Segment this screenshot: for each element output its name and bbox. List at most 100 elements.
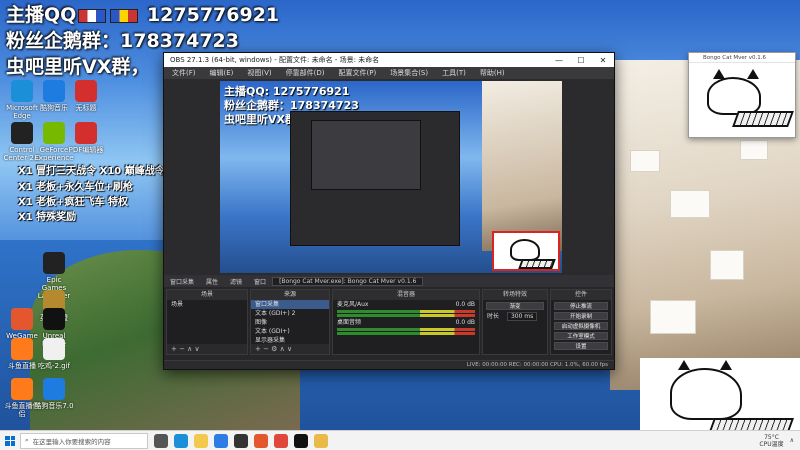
source-item[interactable]: 文本 (GDI+) [251,327,329,336]
controls-dock: 控件 停止推流 开始录制 启动虚拟摄像机 工作室模式 设置 [550,289,612,355]
cpu-temp-label: CPU温度 [759,440,784,448]
chrome-icon[interactable] [274,433,288,448]
toolbar-filters[interactable]: 滤镜 [224,277,248,286]
overlay-qq-number: 1275776921 [146,4,280,26]
minimize-button[interactable]: — [548,56,570,65]
scene-item[interactable]: 场景 [167,300,247,309]
search-placeholder: 在这里输入你要搜索的内容 [32,437,111,446]
desktop-icon-label: 酷狗音乐7.0 [34,402,74,410]
mixer-dock: 混音器 麦克风/Aux 0.0 dB 桌面音频 0.0 dB [332,289,480,355]
source-item[interactable]: 窗口采集 [251,300,329,309]
cpu-temp-value: 75°C [764,433,779,441]
app-icon [43,378,65,400]
cat-icon [707,77,761,115]
preview-bongo-cat-source[interactable] [492,231,560,271]
stop-streaming-button[interactable]: 停止推流 [554,302,608,310]
transitions-dock: 转场特效 渐变 时长 300 ms [482,289,548,355]
toolbar-window-select[interactable]: [Bongo Cat Mver.exe]: Bongo Cat Mver v0.… [272,276,424,286]
toolbar-properties[interactable]: 属性 [200,277,224,286]
bongo-cat-title: Bongo Cat Mver v0.1.6 [689,53,795,63]
wegame-icon[interactable] [254,433,268,448]
taskbar-apps [148,433,328,448]
obs-window-title: OBS 27.1.3 (64-bit, windows) - 配置文件: 未命名… [170,56,380,64]
transition-type-select[interactable]: 渐变 [486,302,544,310]
menu-item-file[interactable]: 文件(F) [172,68,196,78]
obs-window[interactable]: OBS 27.1.3 (64-bit, windows) - 配置文件: 未命名… [163,52,615,370]
transition-duration-input[interactable]: 300 ms [506,312,538,321]
menu-item-help[interactable]: 帮助(H) [480,68,505,78]
taskbar-search[interactable]: ⌕ 在这里输入你要搜索的内容 [20,432,148,449]
obs-title-bar[interactable]: OBS 27.1.3 (64-bit, windows) - 配置文件: 未命名… [164,53,614,67]
preview-vx-text: 虫吧里听VX群 [224,113,296,126]
menu-item-profile[interactable]: 配置文件(P) [339,68,377,78]
preview-town [482,81,562,251]
obs-preview[interactable]: 主播QQ: 1275776921 粉丝企鹅群：178374723 虫吧里听VX群 [220,81,562,273]
virtual-camera-button[interactable]: 启动虚拟摄像机 [554,322,608,330]
scenes-footer: + − ∧ ∨ [167,344,247,354]
menu-item-docks[interactable]: 停靠部件(D) [286,68,325,78]
toolbar-window-capture[interactable]: 窗口采集 [164,277,200,286]
transitions-header: 转场特效 [483,290,547,300]
overlay-fan-group: 粉丝企鹅群：178374723 [6,30,239,52]
app-icon [43,122,65,144]
mixer-channel-name: 麦克风/Aux [337,301,369,308]
source-item[interactable]: 文本 (GDI+) 2 [251,309,329,318]
transition-duration-row: 时长 300 ms [483,312,547,321]
chevron-up-icon[interactable]: ∧ [790,437,794,444]
close-button[interactable]: ✕ [592,56,614,65]
scenes-header: 场景 [167,290,247,300]
studio-mode-button[interactable]: 工作室模式 [554,332,608,340]
desktop-icon[interactable]: 酷狗音乐7.0 [34,378,74,410]
desktop-icon[interactable]: PDF编辑器 [66,122,106,154]
cat-ear-icon [747,69,759,79]
keyboard-icon [732,111,794,127]
menu-item-edit[interactable]: 编辑(E) [210,68,234,78]
menu-item-tools[interactable]: 工具(T) [442,68,466,78]
source-item[interactable]: 图像 [251,318,329,327]
store-icon[interactable] [214,433,228,448]
settings-button[interactable]: 设置 [554,342,608,350]
task-view-icon[interactable] [154,433,168,448]
obs-icon[interactable] [234,433,248,448]
cpu-temp-widget[interactable]: 75°C CPU温度 [759,434,783,448]
maximize-button[interactable]: ☐ [570,56,592,65]
start-recording-button[interactable]: 开始录制 [554,312,608,320]
start-button[interactable] [0,431,20,450]
bongo-cat-icon[interactable] [314,433,328,448]
sources-header: 来源 [251,290,329,300]
desktop-icon-label: 吃鸡-2.gif [37,362,71,370]
mixer-channel: 桌面音频 0.0 dB [333,318,479,327]
overlay-qq-line: 主播QQ 1275776921 [6,0,279,27]
desktop-icon-label: PDF编辑器 [68,146,104,154]
app-icon [11,308,33,330]
qq-icon[interactable] [294,433,308,448]
scenes-dock: 场景 场景 + − ∧ ∨ [166,289,248,355]
app-icon [11,80,33,102]
transition-duration-label: 时长 [487,313,500,320]
keyboard-icon [518,259,556,269]
volume-slider[interactable] [337,314,475,317]
cat-icon [510,239,540,261]
activity-line: X1 老板+疯狂飞车 特权 [18,197,129,208]
edge-icon[interactable] [174,433,188,448]
bongo-cat-window[interactable]: Bongo Cat Mver v0.1.6 [688,52,796,138]
toolbar-window[interactable]: 窗口 [248,277,272,286]
flag-icon [78,8,107,23]
desktop-icon[interactable]: 无标题 [66,80,106,112]
app-icon [43,80,65,102]
file-explorer-icon[interactable] [194,433,208,448]
mixer-header: 混音器 [333,290,479,300]
obs-status-bar: LIVE: 00:00:00 REC: 00:00:00 CPU: 1.0%, … [164,360,614,369]
activity-line: X1 老板+永久车位+刷枪 [18,182,133,193]
app-icon [43,338,65,360]
flag-icon [110,8,139,23]
volume-slider[interactable] [337,332,475,335]
obs-menu-bar: 文件(F) 编辑(E) 视图(V) 停靠部件(D) 配置文件(P) 场景集合(S… [164,67,614,79]
menu-item-scene-collection[interactable]: 场景集合(S) [390,68,428,78]
preview-nested-obs-inner [311,120,421,190]
cat-ear-icon [678,360,690,370]
menu-item-view[interactable]: 视图(V) [247,68,271,78]
desktop-icon[interactable]: 吃鸡-2.gif [34,338,74,370]
sources-dock: 来源 窗口采集 文本 (GDI+) 2 图像 文本 (GDI+) 显示器采集 +… [250,289,330,355]
overlay-vx-group: 虫吧里听VX群， [6,56,150,78]
